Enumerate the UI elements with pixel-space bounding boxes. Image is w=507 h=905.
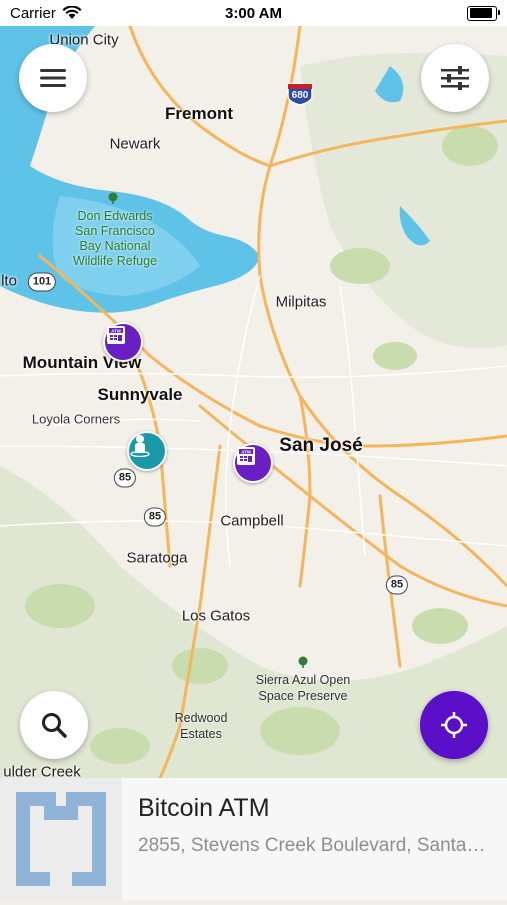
label-saratoga: Saratoga — [126, 549, 188, 567]
shield-us101: 101 — [27, 272, 57, 292]
search-icon — [42, 713, 67, 738]
label-fremont: Fremont — [165, 104, 233, 123]
atm-logo-icon — [0, 778, 122, 900]
tree-icon — [297, 656, 309, 668]
label-san-jose: San José — [279, 435, 363, 456]
label-loyola-corners: Loyola Corners — [31, 411, 121, 427]
tree-icon — [107, 192, 119, 204]
atm-logo-thumbnail — [0, 778, 122, 900]
label-palo-alto: lto — [1, 272, 17, 290]
location-title: Bitcoin ATM — [138, 794, 270, 822]
atm-marker[interactable]: ATM — [103, 322, 143, 362]
filter-button[interactable] — [421, 44, 489, 112]
atm-icon: ATM — [237, 447, 255, 465]
label-campbell: Campbell — [220, 512, 284, 530]
user-location-marker[interactable] — [127, 431, 167, 471]
search-button[interactable] — [20, 691, 88, 759]
label-sunnyvale: Sunnyvale — [97, 385, 183, 404]
crosshair-icon — [441, 712, 467, 738]
location-card-text: Bitcoin ATM 2855, Stevens Creek Boulevar… — [122, 778, 488, 900]
status-bar: Carrier 3:00 AM — [0, 0, 507, 26]
shield-sr85: 85 — [385, 575, 409, 595]
shield-sr85: 85 — [143, 507, 167, 527]
menu-button[interactable] — [19, 44, 87, 112]
svg-text:ATM: ATM — [111, 328, 121, 333]
locate-me-button[interactable] — [420, 691, 488, 759]
label-newark: Newark — [109, 135, 161, 153]
shield-i680: 680 — [286, 82, 314, 106]
atm-marker[interactable]: ATM — [233, 443, 273, 483]
battery-icon — [467, 5, 500, 21]
map-base — [0, 26, 507, 778]
label-los-gatos: Los Gatos — [181, 607, 251, 625]
filter-sliders-icon — [441, 66, 469, 90]
label-sierra-azul-preserve: Sierra Azul Open Space Preserve — [255, 673, 351, 703]
map-view[interactable]: Union City Fremont Newark Milpitas lto M… — [0, 26, 507, 778]
person-pin-icon — [130, 435, 150, 457]
label-redwood-estates: Redwood Estates — [174, 711, 228, 741]
status-time: 3:00 AM — [225, 4, 282, 22]
menu-icon — [40, 69, 66, 87]
label-milpitas: Milpitas — [275, 293, 327, 311]
shield-i680-label: 680 — [291, 90, 309, 101]
shield-sr85: 85 — [113, 468, 137, 488]
label-don-edwards-refuge: Don Edwards San Francisco Bay National W… — [72, 209, 158, 268]
location-card[interactable]: Bitcoin ATM 2855, Stevens Creek Boulevar… — [0, 778, 507, 900]
location-address: 2855, Stevens Creek Boulevard, Santa Cla… — [138, 835, 488, 856]
atm-icon: ATM — [107, 326, 125, 344]
svg-text:ATM: ATM — [241, 449, 251, 454]
label-boulder-creek: ulder Creek — [3, 763, 81, 779]
